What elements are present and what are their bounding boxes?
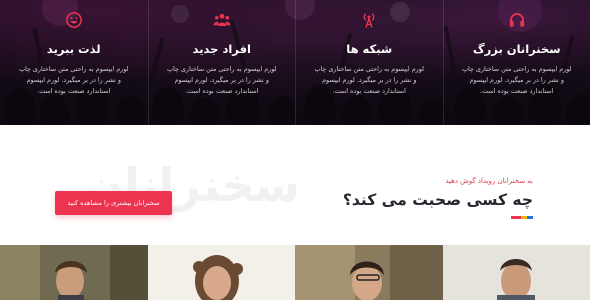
- feature-description: لورم ایپسوم به راحتی متن ساختاری چاپ و ن…: [166, 65, 277, 95]
- underline-segment-yellow: [521, 216, 527, 219]
- features-row: سخنرانان بزرگ لورم ایپسوم به راحتی متن س…: [0, 0, 590, 125]
- section-title: چه کسی صحبت می کند؟: [342, 191, 533, 209]
- feature-card-new-people: افراد جدید لورم ایپسوم به راحتی متن ساخت…: [147, 0, 296, 125]
- title-underline: [511, 216, 533, 219]
- speaker-photo[interactable]: [147, 245, 295, 300]
- users-icon: [213, 13, 231, 26]
- feature-title: افراد جدید: [192, 42, 251, 56]
- underline-segment-red: [511, 216, 521, 219]
- speaker-photo[interactable]: [442, 245, 590, 300]
- feature-description: لورم ایپسوم به راحتی متن ساختاری چاپ و ن…: [314, 65, 425, 95]
- speaker-photo[interactable]: [0, 245, 148, 300]
- headphones-icon: [509, 13, 524, 27]
- feature-description: لورم ایپسوم به راحتی متن ساختاری چاپ و ن…: [18, 65, 129, 95]
- features-hero: سخنرانان بزرگ لورم ایپسوم به راحتی متن س…: [0, 0, 590, 125]
- view-more-speakers-button[interactable]: سخنرانان بیشتری را مشاهده کنید: [55, 191, 172, 215]
- feature-title: لذت ببرید: [46, 42, 101, 56]
- speakers-intro-section: سخنرانان به سخنرانان رویداد گوش دهید چه …: [0, 125, 590, 245]
- feature-description: لورم ایپسوم به راحتی متن ساختاری چاپ و ن…: [461, 65, 572, 95]
- feature-card-great-speakers: سخنرانان بزرگ لورم ایپسوم به راحتی متن س…: [442, 0, 590, 125]
- feature-title: سخنرانان بزرگ: [472, 42, 561, 56]
- speaker-photo[interactable]: [295, 245, 443, 300]
- broadcast-tower-icon: [363, 13, 375, 28]
- feature-card-enjoy: لذت ببرید لورم ایپسوم به راحتی متن ساختا…: [0, 0, 148, 125]
- feature-card-networks: شبکه ها لورم ایپسوم به راحتی متن ساختاری…: [295, 0, 443, 125]
- smile-icon: [65, 12, 82, 28]
- section-kicker: به سخنرانان رویداد گوش دهید: [445, 177, 533, 185]
- feature-title: شبکه ها: [346, 42, 393, 56]
- underline-segment-blue: [527, 216, 533, 219]
- speaker-photos-row: [0, 245, 590, 300]
